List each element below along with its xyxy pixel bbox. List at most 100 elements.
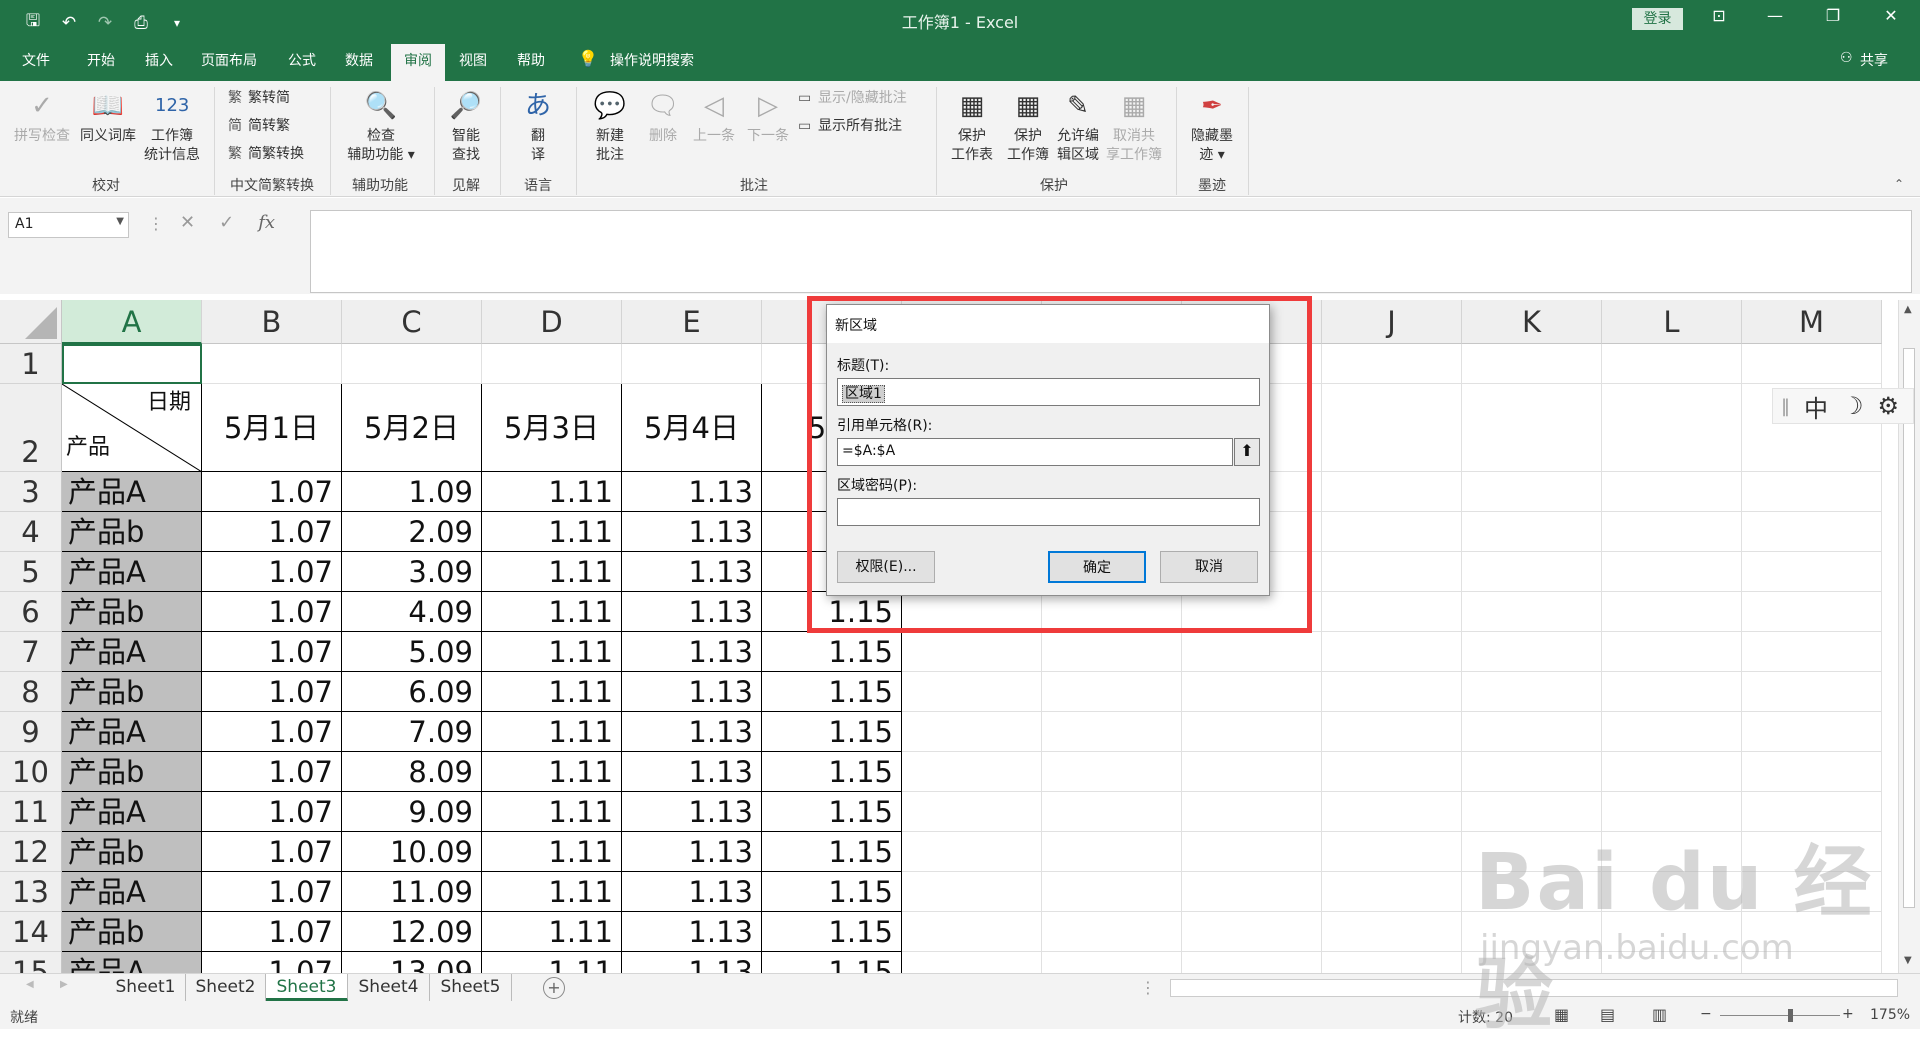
cell[interactable] — [1602, 344, 1742, 384]
cell[interactable]: 1.07 — [202, 672, 342, 712]
cell[interactable]: 产品A — [62, 552, 202, 592]
cell[interactable]: 1.13 — [622, 752, 762, 792]
cell[interactable]: 1.11 — [482, 672, 622, 712]
row-header[interactable]: 4 — [0, 512, 62, 552]
row-header[interactable]: 14 — [0, 912, 62, 952]
tab-home[interactable]: 开始 — [87, 50, 115, 70]
row-header[interactable]: 2 — [0, 384, 62, 472]
login-button[interactable]: 登录 — [1632, 8, 1683, 30]
cell[interactable]: 1.15 — [762, 912, 902, 952]
cell[interactable] — [902, 912, 1042, 952]
cell[interactable] — [902, 672, 1042, 712]
cell[interactable] — [1182, 952, 1322, 973]
cell[interactable]: 1.11 — [482, 952, 622, 973]
cell[interactable]: 7.09 — [342, 712, 482, 752]
cell[interactable]: 13.09 — [342, 952, 482, 973]
cell[interactable] — [342, 344, 482, 384]
cell[interactable] — [1462, 472, 1602, 512]
cell[interactable]: 1.11 — [482, 912, 622, 952]
cell[interactable] — [1042, 952, 1182, 973]
column-header-b[interactable]: B — [202, 300, 342, 344]
cell[interactable] — [902, 832, 1042, 872]
cancel-icon[interactable]: ✕ — [180, 212, 195, 233]
cell[interactable] — [1182, 672, 1322, 712]
cell[interactable] — [1322, 832, 1462, 872]
cell[interactable]: 产品b — [62, 912, 202, 952]
cell[interactable]: 1.15 — [762, 792, 902, 832]
cell[interactable] — [1322, 952, 1462, 973]
cell[interactable] — [1042, 872, 1182, 912]
cell[interactable]: 1.07 — [202, 712, 342, 752]
cell[interactable]: 1.13 — [622, 632, 762, 672]
cell[interactable]: 1.07 — [202, 912, 342, 952]
share-button[interactable]: 共享 — [1860, 50, 1888, 70]
cell[interactable]: 产品A — [62, 472, 202, 512]
cell[interactable]: 1.15 — [762, 832, 902, 872]
row-header[interactable]: 5 — [0, 552, 62, 592]
cell[interactable] — [1742, 712, 1882, 752]
cell[interactable] — [1462, 632, 1602, 672]
cell[interactable] — [1462, 512, 1602, 552]
cell[interactable]: 1.11 — [482, 712, 622, 752]
date-header-cell[interactable]: 5月4日 — [622, 384, 762, 472]
name-box[interactable]: A1 ▼ — [8, 212, 129, 238]
cell[interactable] — [1742, 672, 1882, 712]
cell[interactable]: 1.11 — [482, 592, 622, 632]
ribbon-display-icon[interactable]: ⊡ — [1704, 6, 1734, 25]
cell[interactable]: 产品b — [62, 832, 202, 872]
cell[interactable] — [1462, 712, 1602, 752]
cell[interactable] — [1322, 344, 1462, 384]
cell[interactable]: 1.07 — [202, 752, 342, 792]
cell[interactable] — [902, 712, 1042, 752]
tab-data[interactable]: 数据 — [345, 50, 373, 70]
cell[interactable]: 日期 产品 — [62, 384, 202, 472]
show-all-comments-button[interactable]: ▭ 显示所有批注 — [798, 115, 902, 137]
cell[interactable] — [1322, 712, 1462, 752]
sheet-tab-1[interactable]: Sheet1 — [106, 974, 186, 1001]
add-sheet-icon[interactable]: + — [543, 977, 565, 999]
cell[interactable]: 1.11 — [482, 512, 622, 552]
cell[interactable] — [1462, 752, 1602, 792]
insert-function-icon[interactable]: fx — [258, 212, 275, 233]
cell[interactable] — [1322, 552, 1462, 592]
scroll-up-icon[interactable]: ▲ — [1904, 304, 1912, 315]
cell[interactable] — [1182, 752, 1322, 792]
cell[interactable] — [1462, 344, 1602, 384]
cell[interactable]: 5.09 — [342, 632, 482, 672]
protect-workbook-button[interactable]: ▦ 保护 工作簿 — [1000, 89, 1056, 165]
prev-sheet-icon[interactable]: ◀ — [26, 979, 34, 990]
cell[interactable]: 产品A — [62, 792, 202, 832]
cell[interactable] — [1602, 592, 1742, 632]
row-header[interactable]: 8 — [0, 672, 62, 712]
tab-page-layout[interactable]: 页面布局 — [201, 50, 257, 70]
cell[interactable]: 产品A — [62, 712, 202, 752]
cell[interactable]: 产品b — [62, 512, 202, 552]
cell[interactable]: 1.07 — [202, 592, 342, 632]
cell[interactable]: 1.13 — [622, 512, 762, 552]
cell[interactable] — [1602, 552, 1742, 592]
cell[interactable]: 1.07 — [202, 632, 342, 672]
check-accessibility-button[interactable]: 🔍 检查 辅助功能 ▾ — [336, 89, 426, 165]
delete-comment-button[interactable]: 🗨 删除 — [640, 89, 686, 146]
spelling-button[interactable]: ✓ 拼写检查 — [10, 89, 74, 146]
cell[interactable]: 3.09 — [342, 552, 482, 592]
cell[interactable] — [1042, 672, 1182, 712]
cell[interactable] — [902, 872, 1042, 912]
cell[interactable] — [1602, 512, 1742, 552]
cell[interactable] — [902, 792, 1042, 832]
cell[interactable]: 6.09 — [342, 672, 482, 712]
cell[interactable] — [1322, 912, 1462, 952]
cell[interactable] — [1742, 344, 1882, 384]
cell[interactable]: 1.07 — [202, 472, 342, 512]
cell[interactable]: 1.13 — [622, 712, 762, 752]
cell[interactable]: 1.13 — [622, 952, 762, 973]
cell[interactable]: 1.13 — [622, 912, 762, 952]
gear-icon[interactable]: ⚙ — [1878, 392, 1900, 420]
column-header-j[interactable]: J — [1322, 300, 1462, 344]
cell[interactable] — [1182, 832, 1322, 872]
sheet-tab-2[interactable]: Sheet2 — [186, 974, 266, 1001]
cell[interactable]: 产品b — [62, 752, 202, 792]
cell[interactable]: 1.15 — [762, 872, 902, 912]
cell[interactable] — [1742, 752, 1882, 792]
cell[interactable] — [1322, 512, 1462, 552]
